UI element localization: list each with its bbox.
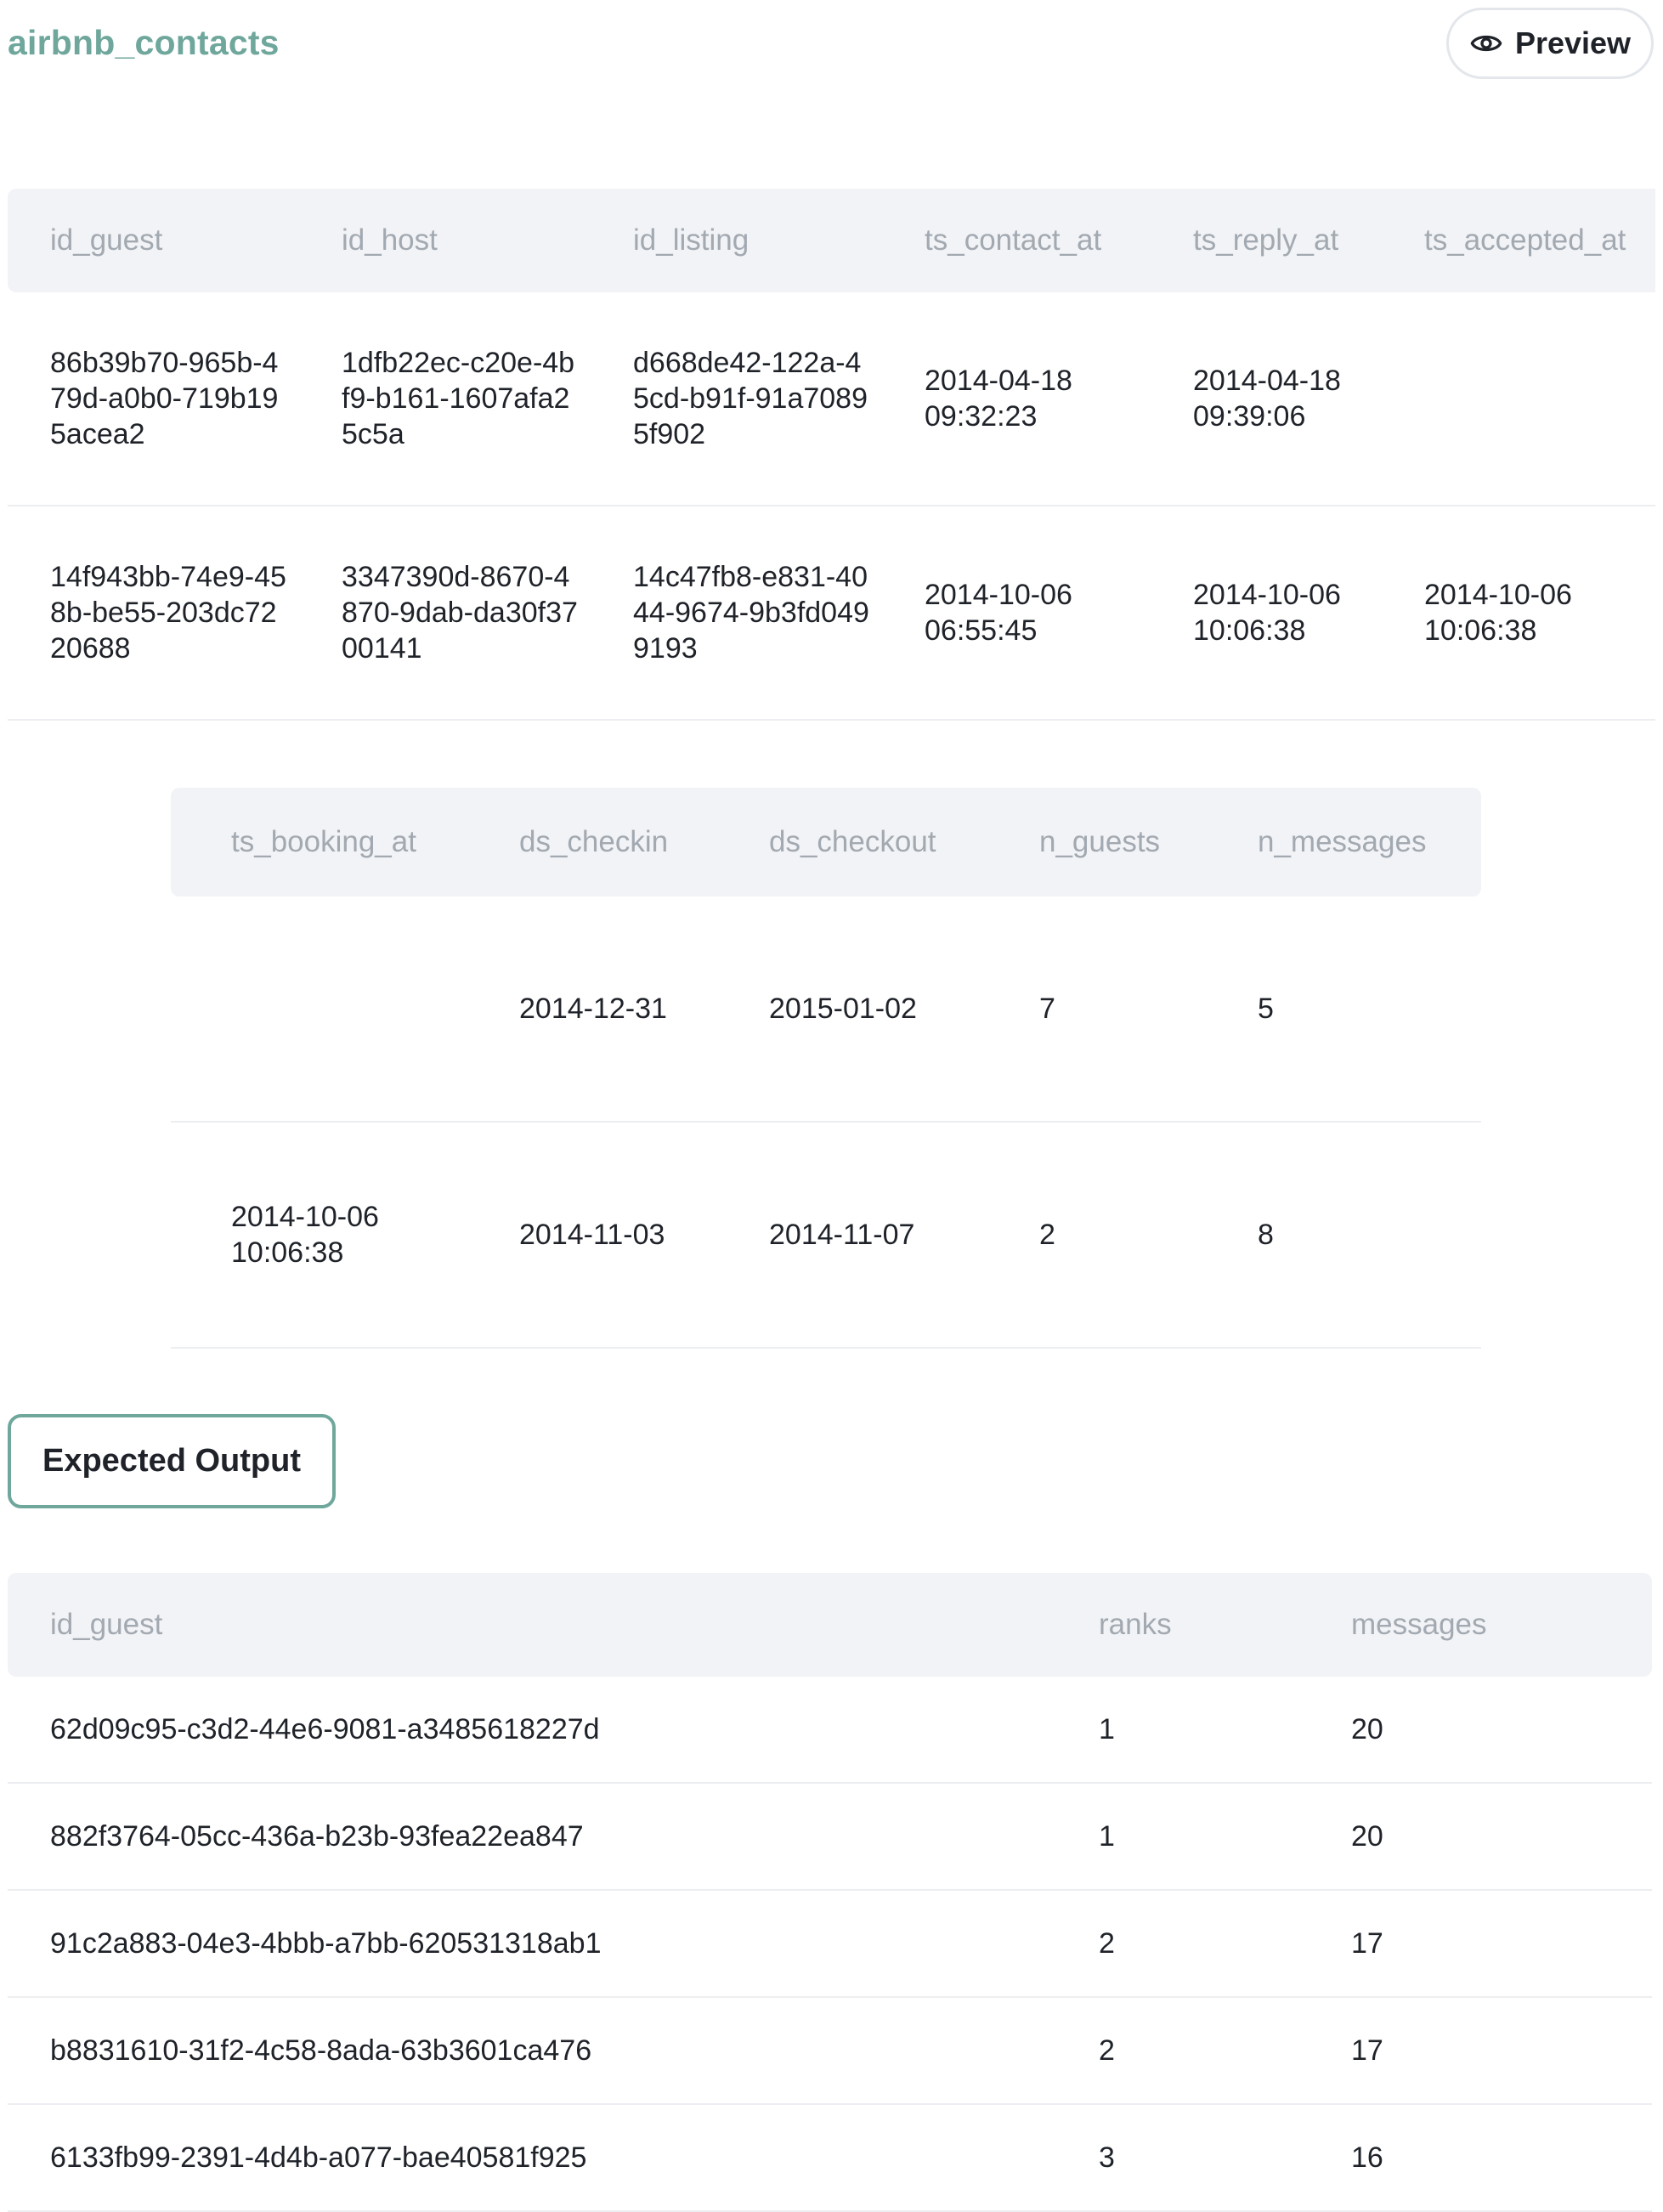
- table-row: 14f943bb-74e9-458b-be55-203dc7220688 334…: [8, 506, 1655, 721]
- table-cell: 3: [1056, 2104, 1309, 2212]
- column-header: ranks: [1056, 1573, 1309, 1677]
- table-cell: 2014-10-06 10:06:38: [171, 1122, 459, 1349]
- table-row: 91c2a883-04e3-4bbb-a7bb-620531318ab1 2 1…: [8, 1890, 1652, 1998]
- table-row: b8831610-31f2-4c58-8ada-63b3601ca476 2 1…: [8, 1997, 1652, 2105]
- table-cell: 86b39b70-965b-479d-a0b0-719b195acea2: [8, 292, 299, 506]
- table-cell: 8: [1197, 1122, 1481, 1349]
- table-cell: 1: [1056, 1677, 1309, 1784]
- table-cell: 20: [1309, 1677, 1652, 1784]
- expected-output-button[interactable]: Expected Output: [8, 1414, 336, 1508]
- table-cell: 2014-11-03: [459, 1122, 709, 1349]
- table-cell: 2014-12-31: [459, 897, 709, 1123]
- expected-output-header: id_guest ranks messages: [8, 1573, 1652, 1677]
- column-header: id_listing: [591, 189, 882, 292]
- column-header: n_guests: [979, 788, 1197, 897]
- table-cell: 91c2a883-04e3-4bbb-a7bb-620531318ab1: [8, 1890, 1056, 1998]
- table-cell: [1382, 292, 1655, 506]
- table-cell: 14c47fb8-e831-4044-9674-9b3fd0499193: [591, 506, 882, 721]
- column-header: ds_checkout: [709, 788, 979, 897]
- table-cell: 17: [1309, 1997, 1652, 2105]
- table-cell: 2: [1056, 1890, 1309, 1998]
- table-cell: 2015-01-02: [709, 897, 979, 1123]
- page-title: airbnb_contacts: [8, 23, 280, 62]
- column-header: ts_accepted_at: [1382, 189, 1655, 292]
- table-cell: 17: [1309, 1890, 1652, 1998]
- table-row: 86b39b70-965b-479d-a0b0-719b195acea2 1df…: [8, 292, 1655, 506]
- table-cell: 2: [1056, 1997, 1309, 2105]
- table-cell: [171, 897, 459, 1123]
- contacts-table-continued-header: ts_booking_at ds_checkin ds_checkout n_g…: [171, 788, 1481, 897]
- column-header: ds_checkin: [459, 788, 709, 897]
- table-cell: 16: [1309, 2104, 1652, 2212]
- table-cell: 3347390d-8670-4870-9dab-da30f3700141: [299, 506, 591, 721]
- preview-button[interactable]: Preview: [1446, 8, 1654, 79]
- table-cell: 2014-04-18 09:39:06: [1151, 292, 1382, 506]
- contacts-table-continued: ts_booking_at ds_checkin ds_checkout n_g…: [171, 788, 1481, 1349]
- column-header: id_host: [299, 189, 591, 292]
- table-cell: 2: [979, 1122, 1197, 1349]
- table-cell: 2014-10-06 10:06:38: [1382, 506, 1655, 721]
- column-header: ts_booking_at: [171, 788, 459, 897]
- table-row: 62d09c95-c3d2-44e6-9081-a3485618227d 1 2…: [8, 1677, 1652, 1784]
- table-cell: 2014-11-07: [709, 1122, 979, 1349]
- contacts-table: id_guest id_host id_listing ts_contact_a…: [8, 189, 1655, 721]
- table-cell: 7: [979, 897, 1197, 1123]
- table-cell: 882f3764-05cc-436a-b23b-93fea22ea847: [8, 1783, 1056, 1891]
- column-header: messages: [1309, 1573, 1652, 1677]
- table-row: 882f3764-05cc-436a-b23b-93fea22ea847 1 2…: [8, 1783, 1652, 1891]
- column-header: n_messages: [1197, 788, 1481, 897]
- column-header: id_guest: [8, 1573, 1056, 1677]
- table-cell: d668de42-122a-45cd-b91f-91a70895f902: [591, 292, 882, 506]
- table-cell: 20: [1309, 1783, 1652, 1891]
- table-cell: 62d09c95-c3d2-44e6-9081-a3485618227d: [8, 1677, 1056, 1784]
- table-cell: 2014-10-06 10:06:38: [1151, 506, 1382, 721]
- table-cell: 6133fb99-2391-4d4b-a077-bae40581f925: [8, 2104, 1056, 2212]
- column-header: id_guest: [8, 189, 299, 292]
- contacts-table-header: id_guest id_host id_listing ts_contact_a…: [8, 189, 1655, 292]
- table-cell: 5: [1197, 897, 1481, 1123]
- expected-output-table: id_guest ranks messages 62d09c95-c3d2-44…: [8, 1573, 1652, 2212]
- table-cell: 1: [1056, 1783, 1309, 1891]
- table-cell: 1dfb22ec-c20e-4bf9-b161-1607afa25c5a: [299, 292, 591, 506]
- column-header: ts_reply_at: [1151, 189, 1382, 292]
- table-cell: b8831610-31f2-4c58-8ada-63b3601ca476: [8, 1997, 1056, 2105]
- column-header: ts_contact_at: [882, 189, 1151, 292]
- preview-button-label: Preview: [1514, 25, 1632, 60]
- table-row: 6133fb99-2391-4d4b-a077-bae40581f925 3 1…: [8, 2104, 1652, 2212]
- eye-icon: [1469, 26, 1503, 60]
- table-row: 2014-12-31 2015-01-02 7 5: [171, 897, 1481, 1123]
- table-cell: 14f943bb-74e9-458b-be55-203dc7220688: [8, 506, 299, 721]
- table-row: 2014-10-06 10:06:38 2014-11-03 2014-11-0…: [171, 1122, 1481, 1349]
- table-cell: 2014-10-06 06:55:45: [882, 506, 1151, 721]
- table-cell: 2014-04-18 09:32:23: [882, 292, 1151, 506]
